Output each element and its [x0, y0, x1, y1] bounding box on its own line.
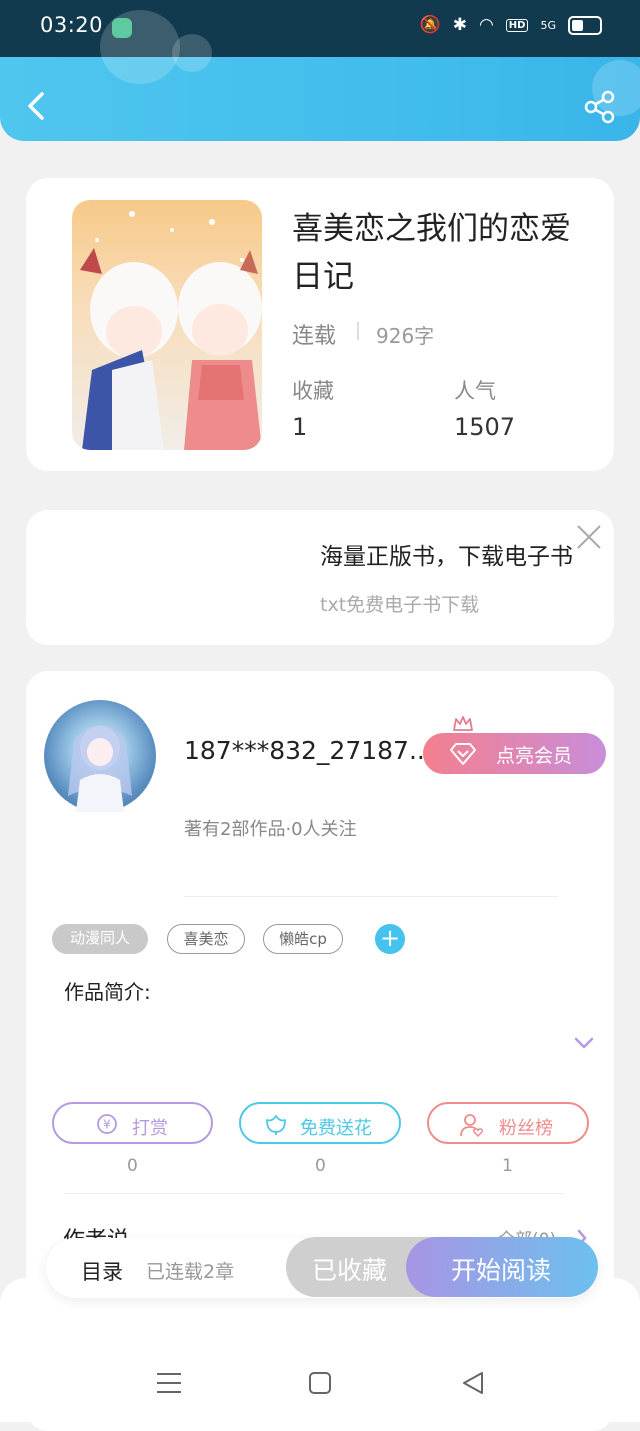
- popularity-label: 人气: [454, 379, 496, 403]
- user-heart-icon: [460, 1114, 483, 1138]
- divider: [357, 322, 359, 340]
- tag-ximeilian[interactable]: 喜美恋: [167, 924, 245, 954]
- signal-icon: 5G: [540, 18, 556, 32]
- decor-bubble: [100, 10, 180, 84]
- back-icon[interactable]: [24, 88, 52, 124]
- vip-button-label: 点亮会员: [496, 745, 573, 767]
- divider: [64, 1193, 564, 1194]
- bottom-panel: [0, 1278, 640, 1422]
- fan-ranking-label: 粉丝榜: [499, 1118, 553, 1139]
- bluetooth-icon: ✱: [452, 15, 467, 35]
- book-title: 喜美恋之我们的恋爱日记: [292, 211, 571, 295]
- favorites-value: 1: [292, 413, 308, 441]
- hd-icon: HD: [505, 18, 529, 32]
- flower-count: 0: [315, 1156, 326, 1176]
- fan-ranking-button[interactable]: 粉丝榜: [427, 1102, 589, 1144]
- close-icon[interactable]: [574, 522, 604, 552]
- book-cover[interactable]: [72, 200, 262, 450]
- home-icon[interactable]: [305, 1368, 335, 1398]
- author-name[interactable]: 187***832_27187...: [184, 736, 433, 765]
- saved-button-label: 已收藏: [312, 1256, 388, 1285]
- header-bar: [0, 57, 640, 141]
- svg-text:¥: ¥: [103, 1118, 111, 1132]
- tag-lanhao-cp[interactable]: 懒皓cp: [263, 924, 343, 954]
- decor-bubble: [172, 34, 212, 72]
- cover-illustration: [80, 211, 262, 450]
- chevron-down-icon[interactable]: [573, 1035, 595, 1051]
- mute-icon: 🔕: [419, 15, 441, 35]
- menu-icon[interactable]: [154, 1368, 184, 1398]
- popularity-value: 1507: [454, 413, 516, 441]
- ad-title[interactable]: 海量正版书，下载电子书: [320, 537, 573, 571]
- status-icons: 🔕 ✱ ◠ HD 5G: [420, 15, 602, 35]
- wifi-icon: ◠: [478, 15, 494, 35]
- battery-icon: [568, 15, 602, 35]
- reward-label: 打赏: [132, 1118, 168, 1139]
- ad-banner[interactable]: [26, 510, 614, 645]
- serial-status: 连载: [292, 324, 337, 349]
- author-meta: 著有2部作品·0人关注: [184, 819, 357, 840]
- add-tag-button[interactable]: +: [375, 924, 405, 954]
- intro-label: 作品简介:: [64, 980, 151, 1004]
- yen-icon: ¥: [97, 1114, 117, 1134]
- flower-icon: [266, 1115, 286, 1135]
- toc-button[interactable]: 目录: [81, 1256, 123, 1286]
- word-count: 926字: [376, 324, 435, 348]
- favorites-label: 收藏: [292, 379, 334, 403]
- fan-count: 1: [502, 1156, 513, 1176]
- diamond-icon: [450, 743, 476, 765]
- start-reading-button[interactable]: 开始阅读: [406, 1237, 598, 1297]
- send-flower-button[interactable]: 免费送花: [239, 1102, 401, 1144]
- author-avatar[interactable]: [44, 700, 156, 812]
- vip-button[interactable]: 点亮会员: [423, 733, 606, 774]
- crown-icon: [453, 716, 473, 731]
- status-bar: 03:20 🔕 ✱ ◠ HD 5G: [0, 0, 640, 57]
- avatar-illustration: [68, 725, 132, 812]
- divider: [184, 896, 558, 897]
- send-flower-label: 免费送花: [300, 1118, 372, 1139]
- chapter-count: 已连载2章: [146, 1261, 235, 1283]
- reward-button[interactable]: ¥ 打赏: [52, 1102, 213, 1144]
- start-reading-label: 开始阅读: [451, 1256, 552, 1285]
- tag-anime-fanfic[interactable]: 动漫同人: [52, 924, 148, 954]
- back-nav-icon[interactable]: [458, 1368, 488, 1398]
- share-icon[interactable]: [582, 89, 618, 125]
- reward-count: 0: [127, 1156, 138, 1176]
- status-time: 03:20: [40, 13, 104, 37]
- ad-subtitle: txt免费电子书下载: [320, 594, 480, 616]
